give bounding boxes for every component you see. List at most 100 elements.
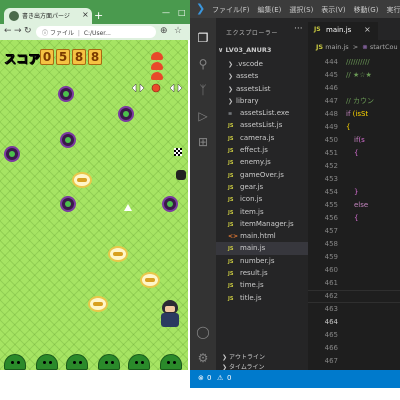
breadcrumb: JS main.js > ⊗ startCou: [316, 43, 398, 51]
code-line: else: [354, 201, 369, 209]
file-item[interactable]: JS gear.js: [216, 181, 308, 193]
line-number: 447: [324, 97, 338, 105]
code-editor[interactable]: JS main.js × JS main.js > ⊗ startCou 444…: [308, 18, 400, 370]
error-icon[interactable]: ⊗: [198, 374, 204, 382]
line-number: 454: [324, 188, 338, 196]
file-item[interactable]: JS enemy.js: [216, 156, 308, 168]
editor-tab-main-js[interactable]: JS main.js ×: [308, 22, 378, 40]
browser-tab-bar: 書き出方面パージ × + — □: [0, 0, 190, 24]
zoom-icon[interactable]: ⊕: [160, 26, 168, 37]
search-icon[interactable]: ⚲: [195, 56, 211, 72]
line-number: 456: [324, 214, 338, 222]
line-number: 462: [324, 292, 338, 300]
breadcrumb-file[interactable]: main.js: [325, 43, 349, 51]
editor-tab-label: main.js: [326, 26, 352, 34]
file-item[interactable]: JS time.js: [216, 279, 308, 291]
score-counter: 0 5 8 8: [40, 49, 102, 65]
code-line: {: [346, 123, 351, 131]
line-number: 467: [324, 357, 338, 365]
score-digit: 8: [88, 49, 102, 65]
explorer-icon[interactable]: ❐: [195, 30, 211, 46]
menu-file[interactable]: ファイル(F): [212, 5, 250, 15]
line-number: 458: [324, 240, 338, 248]
file-item[interactable]: JS effect.js: [216, 144, 308, 156]
workspace-folder[interactable]: ∨ LV03_ANUR3: [218, 46, 271, 54]
file-item[interactable]: JS gameOver.js: [216, 169, 308, 181]
code-line: if(s: [354, 136, 365, 144]
explorer-title: エクスプローラー: [226, 30, 278, 37]
folder-item[interactable]: ❯ .vscode: [216, 58, 308, 70]
forward-icon[interactable]: →: [14, 26, 22, 37]
editor-tab-bar: JS main.js ×: [308, 18, 400, 40]
address-bar[interactable]: ⓘ ファイル | C:/User...: [36, 26, 156, 38]
breadcrumb-symbol[interactable]: startCou: [370, 43, 398, 51]
favorite-star-icon[interactable]: ☆: [174, 26, 182, 37]
marker-icon: [176, 170, 186, 180]
file-item[interactable]: JS assetsList.js: [216, 119, 308, 131]
score-label: スコア: [4, 52, 41, 67]
bush-enemy-icon: [36, 354, 58, 370]
warning-count[interactable]: 0: [227, 374, 231, 382]
folder-item[interactable]: ❯ library: [216, 95, 308, 107]
extensions-icon[interactable]: ⊞: [195, 134, 211, 150]
file-item[interactable]: JS title.js: [216, 292, 308, 304]
workspace-folder-name: LV03_ANUR3: [225, 46, 272, 54]
menu-edit[interactable]: 編集(E): [258, 5, 282, 15]
code-lines[interactable]: ////////// // ★☆★ // カウン if (isSt { if(s…: [346, 56, 400, 225]
address-path: C:/User...: [83, 30, 111, 37]
error-count[interactable]: 0: [207, 374, 211, 382]
more-actions-icon[interactable]: ···: [294, 24, 303, 34]
menu-view[interactable]: 表示(V): [321, 5, 345, 15]
new-tab-button[interactable]: +: [94, 10, 103, 22]
line-number: 466: [324, 344, 338, 352]
enemy-ball-icon: [60, 196, 76, 212]
maximize-icon[interactable]: □: [178, 8, 186, 17]
file-item[interactable]: JS result.js: [216, 267, 308, 279]
browser-tab[interactable]: 書き出方面パージ ×: [4, 8, 92, 24]
file-item[interactable]: JS item.js: [216, 206, 308, 218]
menu-run[interactable]: 実行(R: [386, 5, 400, 15]
folder-item[interactable]: ❯ assetsList: [216, 83, 308, 95]
source-control-icon[interactable]: ᛉ: [195, 82, 211, 98]
minimize-icon[interactable]: —: [162, 8, 170, 17]
account-icon[interactable]: ◯: [195, 324, 211, 340]
menu-selection[interactable]: 選択(S): [289, 5, 313, 15]
file-item[interactable]: JS camera.js: [216, 132, 308, 144]
warning-icon[interactable]: ⚠: [217, 374, 223, 382]
coin-item-icon: [88, 296, 108, 312]
coin-item-icon: [108, 246, 128, 262]
file-item[interactable]: <> main.html: [216, 230, 308, 242]
line-number: 461: [324, 279, 338, 287]
folder-item[interactable]: ❯ assets: [216, 70, 308, 82]
checkered-flag-icon: [174, 148, 182, 156]
line-number: 465: [324, 331, 338, 339]
function-symbol-icon: ⊗: [362, 43, 368, 51]
line-number: 460: [324, 266, 338, 274]
line-number: 445: [324, 71, 338, 79]
enemy-ball-icon: [4, 146, 20, 162]
mouse-cursor-icon: [124, 204, 132, 211]
back-icon[interactable]: ←: [4, 26, 12, 37]
reload-icon[interactable]: ↻: [24, 26, 32, 37]
bush-enemy-icon: [98, 354, 120, 370]
game-canvas[interactable]: スコア 0 5 8 8: [0, 40, 188, 370]
coin-item-icon: [72, 172, 92, 188]
line-number: 446: [324, 84, 338, 92]
explorer-sidebar: エクスプローラー ··· ∨ LV03_ANUR3 ❯ .vscode ❯ asse…: [216, 18, 308, 371]
js-file-icon: JS: [316, 43, 324, 51]
file-item[interactable]: JS itemManager.js: [216, 218, 308, 230]
run-debug-icon[interactable]: ▷: [195, 108, 211, 124]
file-item-active[interactable]: JS main.js: [216, 242, 308, 255]
chevron-down-icon: ∨: [218, 46, 226, 54]
file-item[interactable]: ≡ assetsList.exe: [216, 107, 308, 119]
file-item[interactable]: JS icon.js: [216, 193, 308, 205]
file-item[interactable]: JS number.js: [216, 255, 308, 267]
direction-indicator-icon: [131, 83, 183, 93]
line-number: 449: [324, 123, 338, 131]
outline-section[interactable]: ❯ アウトライン: [222, 352, 265, 361]
menu-go[interactable]: 移動(G): [354, 5, 379, 15]
tab-close-icon[interactable]: ×: [82, 10, 89, 19]
close-icon[interactable]: ×: [364, 25, 371, 34]
settings-gear-icon[interactable]: ⚙: [195, 350, 211, 366]
